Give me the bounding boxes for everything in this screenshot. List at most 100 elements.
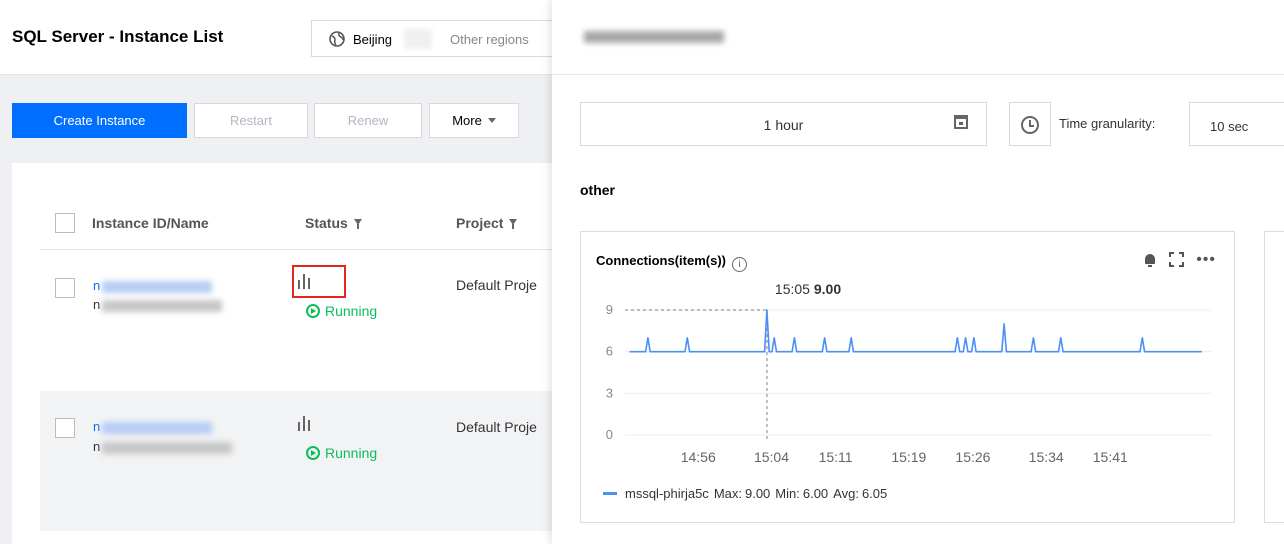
clock-icon bbox=[1021, 116, 1039, 134]
time-range-value: 1 hour bbox=[763, 117, 804, 133]
spike-point bbox=[647, 336, 649, 339]
instance-id-link[interactable]: n bbox=[93, 419, 100, 434]
x-tick-label: 15:26 bbox=[955, 449, 990, 465]
status-text: Running bbox=[325, 445, 378, 461]
legend-avg-value: 6.05 bbox=[861, 486, 888, 501]
spike-point bbox=[793, 336, 796, 339]
y-tick-label: 6 bbox=[606, 344, 613, 359]
chart-legend: mssql-phirja5c Max: 9.00 Min: 6.00 Avg: … bbox=[603, 486, 887, 501]
x-tick-label: 15:34 bbox=[1029, 449, 1064, 465]
row-checkbox[interactable] bbox=[55, 418, 75, 438]
spike-point bbox=[1003, 323, 1005, 325]
granularity-label: Time granularity: bbox=[1059, 116, 1156, 131]
monitor-chart-icon[interactable] bbox=[294, 414, 314, 432]
legend-swatch bbox=[603, 492, 617, 495]
instance-name-blur bbox=[102, 442, 232, 454]
play-circle-icon bbox=[306, 446, 320, 460]
monitoring-drawer: 1 hour Time granularity: 10 sec other Co… bbox=[552, 0, 1284, 544]
status-running: Running bbox=[306, 445, 377, 461]
next-chart-card bbox=[1264, 231, 1284, 523]
instance-name: n bbox=[93, 439, 101, 454]
drawer-title-blur bbox=[584, 31, 724, 43]
project-cell: Default Proje bbox=[456, 419, 537, 435]
legend-max-label: Max: bbox=[713, 486, 742, 501]
connections-chart[interactable]: 0 3 6 9 14:56 15:04 15:11 15:19 15:26 15:34 15:41 1… bbox=[581, 232, 1236, 524]
y-tick-label: 3 bbox=[606, 385, 613, 400]
region-other[interactable]: Other regions bbox=[450, 32, 529, 47]
spike-point bbox=[766, 309, 768, 311]
clock-button[interactable] bbox=[1009, 102, 1051, 146]
page-title: SQL Server - Instance List bbox=[12, 27, 224, 46]
status-running: Running bbox=[306, 303, 377, 319]
series-line bbox=[629, 309, 1202, 353]
spike-point bbox=[686, 336, 689, 339]
legend-series-name[interactable]: mssql-phirja5c bbox=[625, 486, 709, 501]
column-header-project[interactable]: Project bbox=[456, 215, 518, 231]
tooltip-label: 15:05 9.00 bbox=[775, 281, 841, 297]
more-button-label: More bbox=[452, 113, 482, 128]
toolbar: Create Instance Restart Renew More bbox=[0, 75, 552, 161]
spike-point bbox=[956, 336, 959, 339]
x-tick-label: 15:41 bbox=[1093, 449, 1128, 465]
filter-icon[interactable] bbox=[353, 219, 362, 229]
filter-icon[interactable] bbox=[509, 219, 518, 229]
spike-point bbox=[850, 336, 852, 339]
tooltip-time: 15:05 bbox=[775, 281, 814, 297]
header-divider bbox=[40, 249, 552, 250]
region-current[interactable]: Beijing bbox=[353, 32, 392, 47]
globe-icon bbox=[329, 31, 345, 47]
monitor-highlight-box bbox=[292, 265, 346, 298]
more-button[interactable]: More bbox=[429, 103, 519, 138]
row-checkbox[interactable] bbox=[55, 278, 75, 298]
instance-name: n bbox=[93, 297, 101, 312]
legend-min-label: Min: bbox=[775, 486, 800, 501]
x-tick-label: 15:04 bbox=[754, 449, 789, 465]
play-circle-icon bbox=[306, 304, 320, 318]
create-instance-button[interactable]: Create Instance bbox=[12, 103, 187, 138]
column-header-id: Instance ID/Name bbox=[92, 215, 209, 231]
spike-point bbox=[773, 336, 776, 339]
renew-button[interactable]: Renew bbox=[314, 103, 422, 138]
spike-point bbox=[1060, 336, 1062, 339]
region-current-blur bbox=[404, 29, 432, 49]
drawer-header bbox=[552, 0, 1284, 75]
instance-table: Instance ID/Name Status Project n n Runn… bbox=[12, 163, 552, 544]
instance-id-blur bbox=[102, 422, 212, 434]
caret-down-icon bbox=[487, 118, 496, 123]
legend-avg-label: Avg: bbox=[833, 486, 859, 501]
x-tick-label: 15:19 bbox=[891, 449, 926, 465]
instance-id-link[interactable]: n bbox=[93, 278, 100, 293]
granularity-value: 10 sec bbox=[1210, 119, 1249, 134]
spike-point bbox=[1032, 336, 1035, 339]
instance-name-blur bbox=[102, 300, 222, 312]
table-row: n n Running Default Proje bbox=[40, 391, 552, 531]
spike-point bbox=[1141, 336, 1144, 339]
granularity-select[interactable]: 10 sec bbox=[1189, 102, 1284, 146]
legend-max-value: 9.00 bbox=[744, 486, 771, 501]
time-range-picker[interactable]: 1 hour bbox=[580, 102, 987, 146]
calendar-icon[interactable] bbox=[954, 115, 968, 129]
column-header-status[interactable]: Status bbox=[305, 215, 362, 231]
page: SQL Server - Instance List Beijing Other… bbox=[0, 0, 1284, 544]
list-header: SQL Server - Instance List Beijing Other… bbox=[0, 0, 561, 75]
restart-button[interactable]: Restart bbox=[194, 103, 308, 138]
table-row: n n Running Default Proje bbox=[40, 251, 552, 391]
tooltip-value: 9.00 bbox=[814, 281, 841, 297]
instance-id-blur bbox=[102, 281, 212, 293]
project-cell: Default Proje bbox=[456, 277, 537, 293]
section-title: other bbox=[580, 182, 615, 198]
y-tick-label: 0 bbox=[606, 427, 613, 442]
spike-point bbox=[964, 336, 967, 339]
status-text: Running bbox=[325, 303, 378, 319]
chart-card: Connections(item(s)) i ••• 0 3 6 9 14:56 15:04… bbox=[580, 231, 1235, 523]
select-all-checkbox[interactable] bbox=[55, 213, 75, 233]
x-tick-label: 15:11 bbox=[819, 449, 853, 465]
column-header-project-label: Project bbox=[456, 215, 504, 231]
x-tick-label: 14:56 bbox=[681, 449, 716, 465]
legend-min-value: 6.00 bbox=[802, 486, 829, 501]
region-selector[interactable]: Beijing Other regions bbox=[311, 20, 561, 57]
y-tick-label: 9 bbox=[606, 302, 613, 317]
spike-point bbox=[973, 336, 975, 339]
column-header-status-label: Status bbox=[305, 215, 348, 231]
spike-point bbox=[823, 336, 826, 339]
